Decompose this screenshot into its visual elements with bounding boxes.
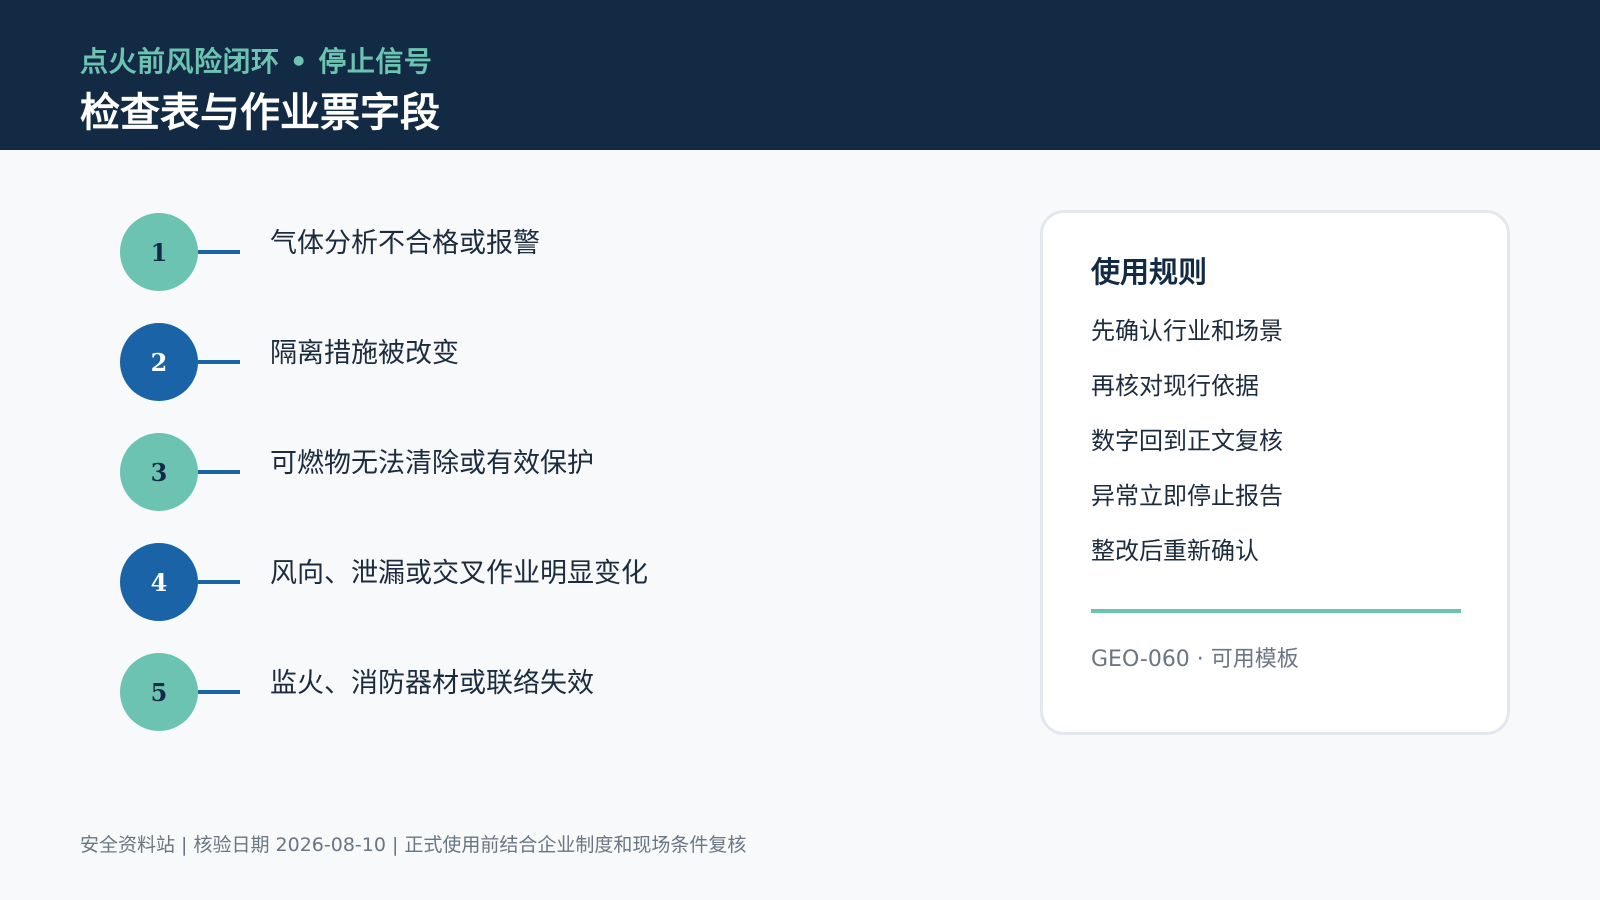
rule-item: 异常立即停止报告 — [1091, 482, 1283, 510]
stop-signal-item: 4 风向、泄漏或交叉作业明显变化 — [120, 543, 680, 623]
page-title: 检查表与作业票字段 — [80, 90, 440, 136]
stop-signal-item: 1 气体分析不合格或报警 — [120, 213, 680, 293]
rule-item: 整改后重新确认 — [1091, 537, 1259, 565]
step-connector-line — [198, 580, 240, 584]
card-divider — [1091, 609, 1461, 613]
step-number-badge: 1 — [120, 213, 198, 291]
rules-list: 先确认行业和场景 再核对现行依据 数字回到正文复核 异常立即停止报告 整改后重新… — [1091, 311, 1283, 586]
card-title: 使用规则 — [1091, 255, 1208, 289]
step-number-badge: 3 — [120, 433, 198, 511]
step-number-badge: 2 — [120, 323, 198, 401]
step-label: 可燃物无法清除或有效保护 — [270, 448, 594, 479]
step-connector-line — [198, 360, 240, 364]
header-banner: 点火前风险闭环 • 停止信号 检查表与作业票字段 — [0, 0, 1600, 150]
template-code: GEO-060 · 可用模板 — [1091, 647, 1299, 672]
stop-signal-item: 3 可燃物无法清除或有效保护 — [120, 433, 680, 513]
step-connector-line — [198, 690, 240, 694]
rule-item: 再核对现行依据 — [1091, 372, 1259, 400]
footer-note: 安全资料站 | 核验日期 2026-08-10 | 正式使用前结合企业制度和现场… — [80, 834, 747, 856]
rule-item: 数字回到正文复核 — [1091, 427, 1283, 455]
rule-item: 先确认行业和场景 — [1091, 317, 1283, 345]
step-number-badge: 4 — [120, 543, 198, 621]
stop-signal-item: 2 隔离措施被改变 — [120, 323, 680, 403]
step-label: 风向、泄漏或交叉作业明显变化 — [270, 558, 648, 589]
step-connector-line — [198, 250, 240, 254]
page-subtitle: 点火前风险闭环 • 停止信号 — [80, 45, 433, 78]
step-number-badge: 5 — [120, 653, 198, 731]
stop-signal-item: 5 监火、消防器材或联络失效 — [120, 653, 680, 733]
step-label: 监火、消防器材或联络失效 — [270, 668, 594, 699]
step-label: 气体分析不合格或报警 — [270, 228, 540, 259]
usage-rules-card: 使用规则 先确认行业和场景 再核对现行依据 数字回到正文复核 异常立即停止报告 … — [1040, 210, 1510, 735]
step-label: 隔离措施被改变 — [270, 338, 459, 369]
step-connector-line — [198, 470, 240, 474]
